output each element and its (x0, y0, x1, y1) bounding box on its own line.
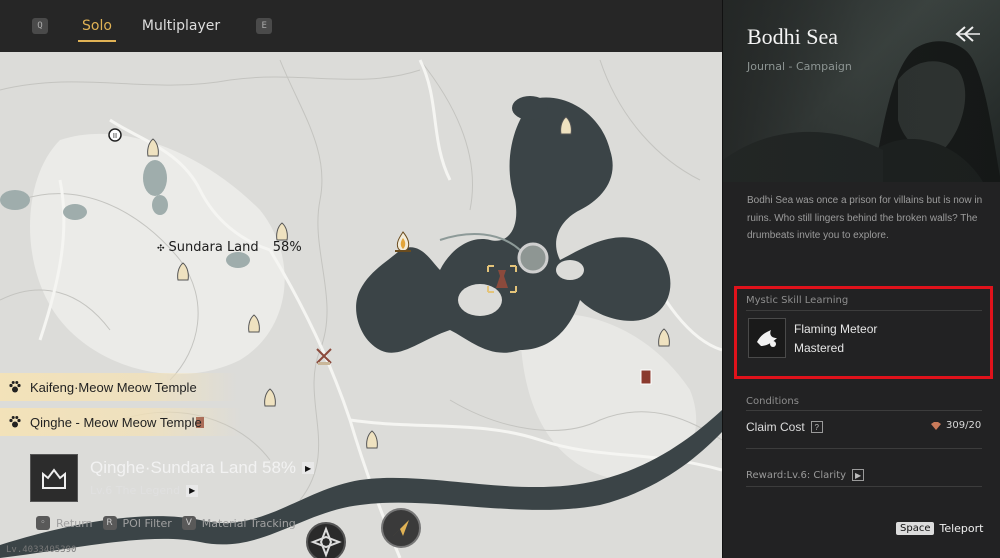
weapon-rack-icon[interactable] (314, 346, 334, 366)
conditions-heading: Conditions (746, 396, 799, 407)
quest-target-icon[interactable] (486, 264, 518, 294)
panel-subtitle: Journal - Campaign (747, 60, 852, 73)
hint-key: R (102, 516, 117, 530)
landmark-icon[interactable] (262, 388, 278, 408)
banner-label: Qinghe - Meow Meow Temple (30, 414, 202, 430)
tab-solo[interactable]: Solo (78, 18, 116, 42)
control-hints: ◦ Return R POI Filter V Material Trackin… (36, 516, 296, 530)
divider (746, 410, 982, 411)
region-subtitle: Lv.6 The Legend (90, 484, 181, 497)
svg-text:II: II (113, 132, 117, 140)
landmark-icon[interactable] (656, 328, 672, 348)
teleport-key: Space (896, 522, 935, 535)
collapse-panel-icon[interactable] (951, 24, 981, 44)
paw-icon (9, 416, 21, 428)
claim-cost-amount: 309/20 (946, 420, 982, 431)
hint-label: POI Filter (122, 516, 172, 530)
currency-icon (931, 421, 941, 430)
arrow-right-icon[interactable]: ▶ (186, 484, 199, 497)
region-map-label: ✣ Sundara Land 58% (157, 240, 302, 255)
hint-return[interactable]: ◦ Return (36, 516, 93, 530)
claim-cost-label: Claim Cost (746, 420, 805, 434)
tab-multiplayer[interactable]: Multiplayer (138, 18, 224, 34)
mode-bar: Q Solo Multiplayer E (0, 0, 722, 52)
castle-icon (42, 468, 66, 489)
reward-row[interactable]: Reward:Lv.6: Clarity ▶ (746, 469, 865, 481)
campfire-icon[interactable] (392, 230, 414, 254)
arrow-right-icon[interactable]: ▶ (852, 469, 865, 481)
prev-tab-key[interactable]: Q (32, 18, 48, 34)
world-map[interactable]: II ✣ Sundara Land 58% Q Solo Multiplayer… (0, 0, 722, 558)
hint-label: Return (56, 516, 93, 530)
region-title: Qinghe·Sundara Land 58% (90, 458, 297, 477)
paw-icon (9, 381, 21, 393)
player-arrow-icon (393, 520, 409, 536)
divider (746, 448, 982, 449)
highlight-box (734, 286, 993, 379)
player-uid: Lv.4033405390 (6, 545, 77, 555)
region-info[interactable]: Qinghe·Sundara Land 58% ▶ Lv.6 The Legen… (30, 454, 315, 502)
landmark-icon[interactable] (274, 222, 290, 242)
hint-key: V (181, 516, 196, 530)
region-dot: ✣ (157, 244, 165, 254)
landmark-icon[interactable] (364, 430, 380, 450)
region-percent: 58% (272, 240, 302, 255)
quest-banner[interactable]: Kaifeng·Meow Meow Temple (0, 373, 237, 401)
waypoint-icon[interactable]: II (108, 128, 122, 144)
reward-label: Reward:Lv.6: Clarity (746, 469, 847, 481)
landmark-icon[interactable] (175, 262, 191, 282)
hint-material-tracking[interactable]: V Material Tracking (181, 516, 296, 530)
region-sub-row: Lv.6 The Legend ▶ (90, 484, 314, 497)
hint-label: Material Tracking (201, 516, 296, 530)
teleport-button[interactable]: Space Teleport (896, 522, 983, 535)
arrow-right-icon[interactable]: ▶ (302, 462, 315, 474)
banner-label: Kaifeng·Meow Meow Temple (30, 379, 197, 395)
shrine-icon[interactable] (638, 366, 654, 386)
compass-button[interactable] (306, 522, 346, 558)
teleport-label: Teleport (939, 522, 984, 535)
compass-icon (310, 526, 342, 558)
region-icon (30, 454, 78, 502)
region-title-row: Qinghe·Sundara Land 58% ▶ (90, 458, 315, 478)
divider (746, 486, 982, 487)
quest-banner[interactable]: Qinghe - Meow Meow Temple (0, 408, 242, 436)
help-icon[interactable]: ? (810, 421, 823, 433)
next-tab-key[interactable]: E (256, 18, 273, 34)
region-name: Sundara Land (168, 240, 259, 255)
hint-poi-filter[interactable]: R POI Filter (102, 516, 172, 530)
locate-player-button[interactable] (381, 508, 421, 548)
claim-cost-row: Claim Cost ? (746, 420, 823, 434)
game-map-screen: II ✣ Sundara Land 58% Q Solo Multiplayer… (0, 0, 1000, 558)
panel-title: Bodhi Sea (747, 24, 839, 49)
landmark-icon[interactable] (558, 116, 574, 136)
panel-description: Bodhi Sea was once a prison for villains… (747, 195, 983, 241)
landmark-icon[interactable] (246, 314, 262, 334)
return-key-icon: ◦ (36, 516, 50, 530)
landmark-icon[interactable] (145, 138, 161, 158)
claim-cost-value: 309/20 (930, 420, 981, 431)
